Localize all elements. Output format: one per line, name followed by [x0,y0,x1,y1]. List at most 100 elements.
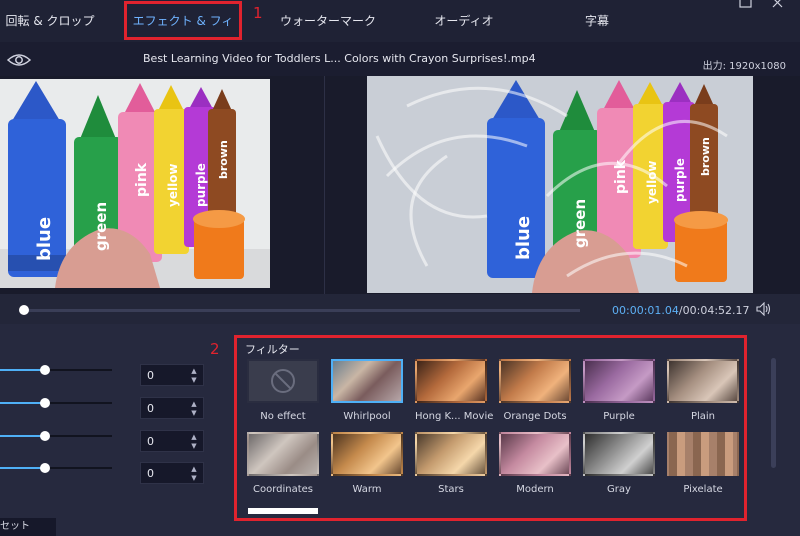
preview-divider [324,76,325,294]
tab-rotate-crop[interactable]: 回転 & クロップ [0,0,100,42]
decrement-icon[interactable]: ▼ [189,409,199,417]
filter-label: No effect [260,411,306,422]
output-video-frame: blue green pink yellow purple brown [367,76,753,293]
slider-knob-4[interactable] [39,463,50,473]
adjust-stepper-3[interactable]: 0 ▲ ▼ [140,430,204,452]
video-filename: Best Learning Video for Toddlers L... Co… [143,52,536,65]
filter-thumbnail [499,432,571,476]
filter-label: Modern [516,484,554,495]
top-tab-bar [0,0,800,42]
adjust-slider-3[interactable] [0,435,112,437]
filter-label: Stars [438,484,464,495]
filter-thumbnail [247,359,319,403]
filter-thumbnail [499,359,571,403]
filter-stars[interactable]: Stars [415,432,487,495]
seek-track[interactable] [22,309,580,312]
original-video-frame: blue green pink yellow purple brown [0,79,270,288]
filter-thumbnail [331,359,403,403]
increment-icon[interactable]: ▲ [189,367,199,375]
filter-label: Purple [603,411,635,422]
slider-fill [0,467,45,469]
slider-knob-3[interactable] [39,431,50,441]
no-effect-icon [271,369,295,393]
filter-gray[interactable]: Gray [583,432,655,495]
output-crayon-label-blue: blue [513,216,534,260]
adjust-slider-4[interactable] [0,467,112,469]
decrement-icon[interactable]: ▼ [189,474,199,482]
filter-thumbnail [415,359,487,403]
filter-modern[interactable]: Modern [499,432,571,495]
slider-fill [0,435,45,437]
slider-knob-2[interactable] [39,398,50,408]
output-crayon-label-yellow: yellow [645,160,659,204]
filter-warm[interactable]: Warm [331,432,403,495]
filter-thumbnail [331,432,403,476]
filter-no-effect[interactable]: No effect [247,359,319,422]
stepper-value: 0 [147,369,154,382]
increment-icon[interactable]: ▲ [189,465,199,473]
tab-watermark[interactable]: ウォーターマーク [272,0,384,42]
filter-plain[interactable]: Plain [667,359,739,422]
stepper-value: 0 [147,435,154,448]
slider-knob-1[interactable] [39,365,50,375]
adjust-stepper-2[interactable]: 0 ▲ ▼ [140,397,204,419]
filter-pixelate[interactable]: Pixelate [667,432,739,495]
increment-icon[interactable]: ▲ [189,433,199,441]
decrement-icon[interactable]: ▼ [189,442,199,450]
crayon-label-purple: purple [194,163,208,207]
stepper-value: 0 [147,402,154,415]
filter-thumbnail [667,359,739,403]
filter-orange-dots[interactable]: Orange Dots [499,359,571,422]
reset-button[interactable]: セット [0,518,56,536]
filter-thumbnail [247,432,319,476]
crayon-label-blue: blue [34,217,55,261]
output-crayon-label-purple: purple [673,158,687,202]
output-crayon-label-brown: brown [699,137,712,176]
crayon-label-yellow: yellow [166,163,180,207]
crayon-label-green: green [92,202,110,251]
crayon-label-pink: pink [134,162,150,197]
filter-label: Plain [690,411,716,422]
filter-label: Coordinates [252,484,314,495]
decrement-icon[interactable]: ▼ [189,376,199,384]
filter-label: Orange Dots [503,411,567,422]
filter-section-title: フィルター [245,343,300,356]
crayon-label-brown: brown [217,140,230,179]
stepper-value: 0 [147,467,154,480]
adjust-stepper-4[interactable]: 0 ▲ ▼ [140,462,204,484]
filter-label: Hong K... Movie [415,411,494,422]
filter-row-partial [248,508,318,514]
filter-thumbnail [583,359,655,403]
output-crayon-label-green: green [571,199,589,248]
increment-icon[interactable]: ▲ [189,400,199,408]
volume-icon[interactable] [756,302,772,316]
close-icon[interactable] [771,0,785,10]
adjust-slider-2[interactable] [0,402,112,404]
filter-coordinates[interactable]: Coordinates [247,432,319,495]
filter-purple[interactable]: Purple [583,359,655,422]
filter-label: Warm [352,484,382,495]
filter-thumbnail [415,432,487,476]
output-resolution: 出力: 1920x1080 [702,61,786,72]
filter-hong-kong-movie[interactable]: Hong K... Movie [415,359,494,422]
slider-fill [0,369,45,371]
filter-label: Whirlpool [343,411,391,422]
slider-fill [0,402,45,404]
filter-thumbnail [583,432,655,476]
filter-scrollbar[interactable] [771,358,776,468]
filter-whirlpool[interactable]: Whirlpool [331,359,403,422]
tab-subtitles[interactable]: 字幕 [575,0,619,42]
tab-audio[interactable]: オーディオ [424,0,504,42]
maximize-icon[interactable] [739,0,753,10]
filter-label: Pixelate [683,484,723,495]
eye-icon[interactable] [7,52,31,68]
adjust-slider-1[interactable] [0,369,112,371]
annotation-number-2: 2 [210,340,220,358]
filter-thumbnail [667,432,739,476]
output-crayon-label-pink: pink [613,159,629,194]
total-time: /00:04:52.17 [678,304,750,317]
annotation-number-1: 1 [253,4,263,22]
time-readout: 00:00:01.04/00:04:52.17 [612,304,750,317]
adjust-stepper-1[interactable]: 0 ▲ ▼ [140,364,204,386]
current-time: 00:00:01.04 [612,304,679,317]
